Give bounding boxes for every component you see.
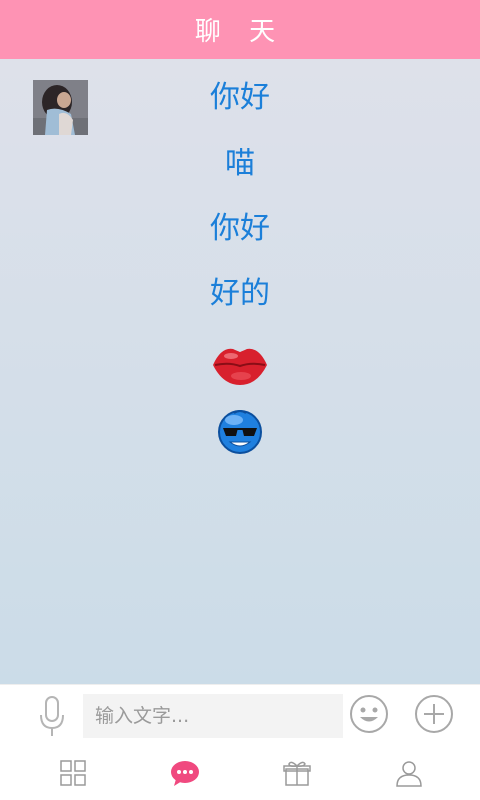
grid-icon (60, 760, 86, 786)
input-bar (0, 684, 480, 747)
gift-icon (283, 761, 311, 786)
message-emoji (0, 343, 480, 387)
tab-bar (0, 746, 480, 800)
message-emoji (0, 405, 480, 455)
message-input[interactable] (83, 694, 343, 738)
chat-bubble-icon (171, 761, 199, 786)
message-text: 你好 (210, 80, 270, 115)
message-text: 你好 (210, 211, 270, 246)
emoji-button[interactable] (349, 694, 389, 734)
cool-face-icon (218, 410, 262, 454)
add-button[interactable] (414, 694, 454, 734)
tab-chat[interactable] (125, 746, 245, 800)
message-text: 好的 (210, 276, 270, 311)
top-bar: 聊 天 (0, 0, 480, 59)
message-text: 喵 (225, 146, 255, 181)
user-icon (396, 761, 422, 787)
tab-gift[interactable] (237, 746, 357, 800)
tab-home[interactable] (13, 746, 133, 800)
kiss-lips-icon (213, 348, 267, 385)
microphone-icon[interactable] (38, 695, 66, 739)
page-title: 聊 天 (194, 17, 286, 47)
chat-area[interactable]: 你好 喵 你好 好的 (0, 59, 480, 684)
tab-profile[interactable] (349, 746, 469, 800)
